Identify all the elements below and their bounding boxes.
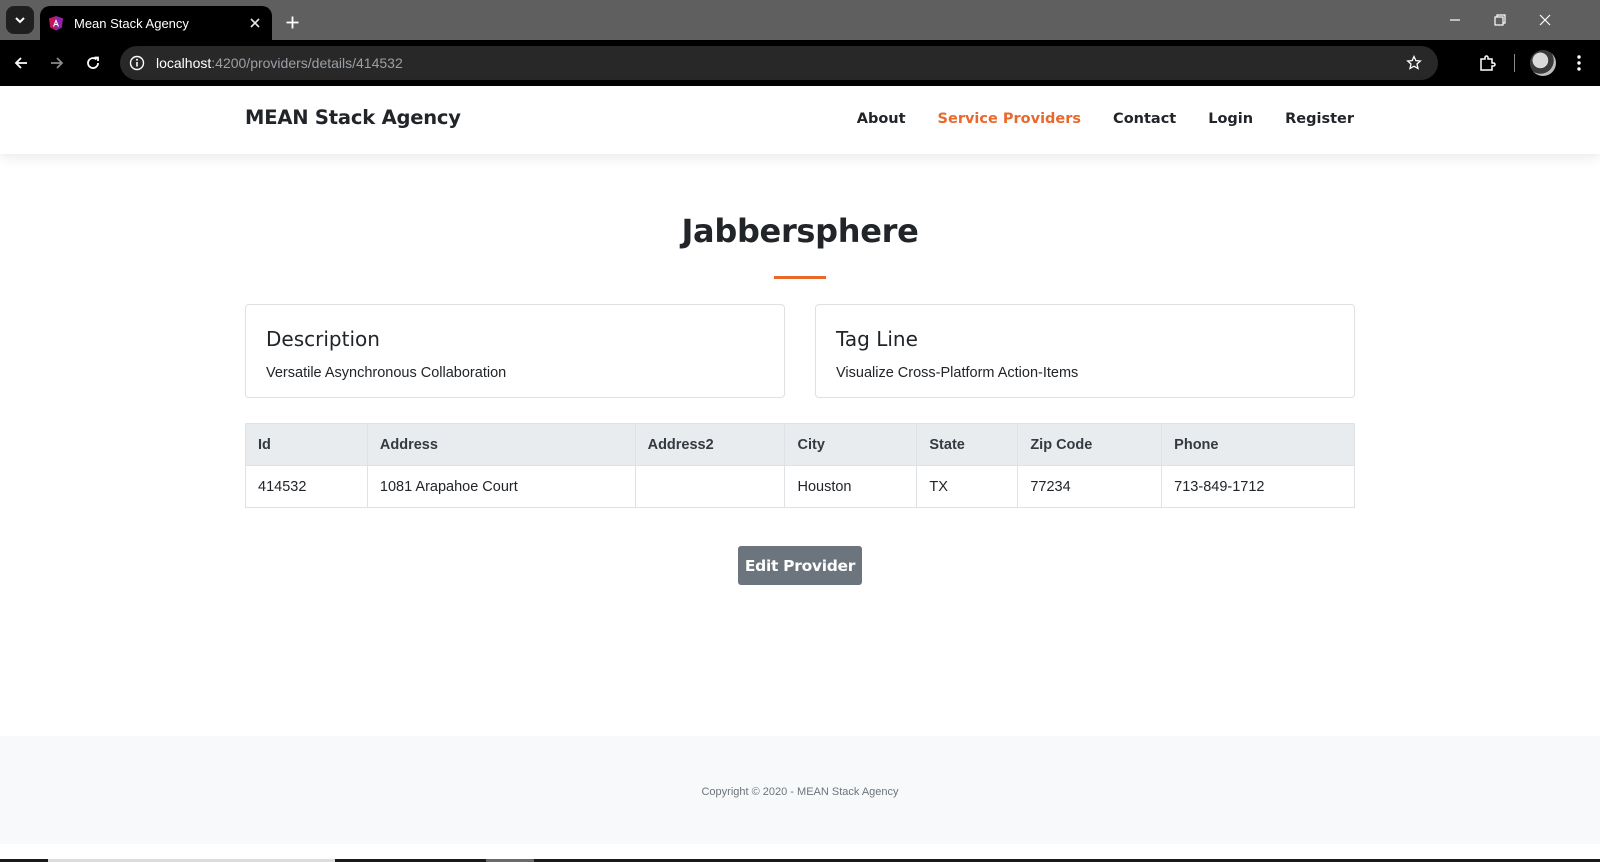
kebab-menu-icon: [1577, 55, 1581, 71]
description-text: Versatile Asynchronous Collaboration: [266, 365, 507, 381]
cell-zip-code: 77234: [1017, 465, 1163, 508]
description-card: Description Versatile Asynchronous Colla…: [245, 304, 785, 398]
nav-link-register[interactable]: Register: [1285, 111, 1354, 127]
tab-title: Mean Stack Agency: [74, 15, 189, 31]
table-header-row: Id Address Address2 City State Zip Code …: [245, 423, 1355, 466]
nav-link-service-providers[interactable]: Service Providers: [938, 111, 1082, 127]
new-tab-button[interactable]: [278, 8, 306, 36]
url-text: localhost:4200/providers/details/414532: [156, 55, 403, 71]
description-title: Description: [266, 327, 380, 351]
site-navbar: MEAN Stack Agency About Service Provider…: [0, 86, 1600, 154]
title-divider: [774, 276, 826, 279]
cell-city: Houston: [784, 465, 918, 508]
reload-button[interactable]: [78, 48, 108, 78]
provider-table: Id Address Address2 City State Zip Code …: [245, 423, 1355, 508]
footer-copyright: Copyright © 2020 - MEAN Stack Agency: [701, 786, 899, 798]
toolbar-divider: [1514, 54, 1515, 72]
cell-phone: 713-849-1712: [1161, 465, 1355, 508]
puzzle-icon: [1480, 55, 1496, 71]
cell-id: 414532: [245, 465, 368, 508]
nav-link-contact[interactable]: Contact: [1113, 111, 1176, 127]
nav-link-about[interactable]: About: [857, 111, 906, 127]
bookmark-star-icon[interactable]: [1404, 53, 1424, 73]
tagline-text: Visualize Cross-Platform Action-Items: [836, 365, 1079, 381]
chevron-down-icon: [15, 17, 25, 24]
browser-toolbar: localhost:4200/providers/details/414532: [0, 40, 1600, 86]
browser-tab-strip: Mean Stack Agency: [0, 0, 1600, 40]
browser-menu-button[interactable]: [1564, 48, 1594, 78]
plus-icon: [286, 16, 298, 28]
minimize-button[interactable]: [1440, 6, 1470, 34]
back-button[interactable]: [6, 48, 36, 78]
profile-avatar[interactable]: [1530, 50, 1556, 76]
cell-address2: [634, 465, 786, 508]
site-brand[interactable]: MEAN Stack Agency: [245, 106, 461, 129]
cell-state: TX: [916, 465, 1019, 508]
page-title: Jabbersphere: [681, 212, 919, 250]
nav-links: About Service Providers Contact Login Re…: [825, 111, 1354, 127]
url-path: :4200/providers/details/414532: [211, 55, 403, 71]
close-window-button[interactable]: [1530, 6, 1560, 34]
angular-favicon-icon: [49, 16, 63, 31]
tab-close-icon[interactable]: [242, 10, 268, 36]
column-header-zip-code: Zip Code: [1017, 423, 1163, 466]
arrow-right-icon: [51, 57, 64, 69]
tab-search-button[interactable]: [6, 6, 34, 34]
site-info-icon[interactable]: [120, 46, 154, 80]
restore-button[interactable]: [1485, 6, 1515, 34]
reload-icon: [87, 56, 99, 69]
column-header-state: State: [916, 423, 1019, 466]
column-header-id: Id: [245, 423, 368, 466]
browser-tab-active[interactable]: Mean Stack Agency: [40, 6, 272, 40]
column-header-city: City: [784, 423, 918, 466]
arrow-left-icon: [14, 57, 27, 69]
extensions-button[interactable]: [1472, 48, 1502, 78]
site-footer: Copyright © 2020 - MEAN Stack Agency: [0, 736, 1600, 844]
column-header-phone: Phone: [1161, 423, 1355, 466]
table-row: 414532 1081 Arapahoe Court Houston TX 77…: [245, 465, 1355, 508]
edit-provider-button[interactable]: Edit Provider: [738, 546, 862, 585]
restore-icon: [1494, 14, 1506, 26]
minimize-icon: [1450, 19, 1460, 21]
url-host: localhost: [156, 55, 212, 71]
column-header-address: Address: [366, 423, 636, 466]
forward-button[interactable]: [42, 48, 72, 78]
address-bar[interactable]: localhost:4200/providers/details/414532: [120, 46, 1438, 80]
nav-link-login[interactable]: Login: [1208, 111, 1253, 127]
cell-address: 1081 Arapahoe Court: [366, 465, 636, 508]
close-icon: [1539, 14, 1551, 26]
tagline-title: Tag Line: [836, 327, 918, 351]
tagline-card: Tag Line Visualize Cross-Platform Action…: [815, 304, 1355, 398]
column-header-address2: Address2: [634, 423, 786, 466]
